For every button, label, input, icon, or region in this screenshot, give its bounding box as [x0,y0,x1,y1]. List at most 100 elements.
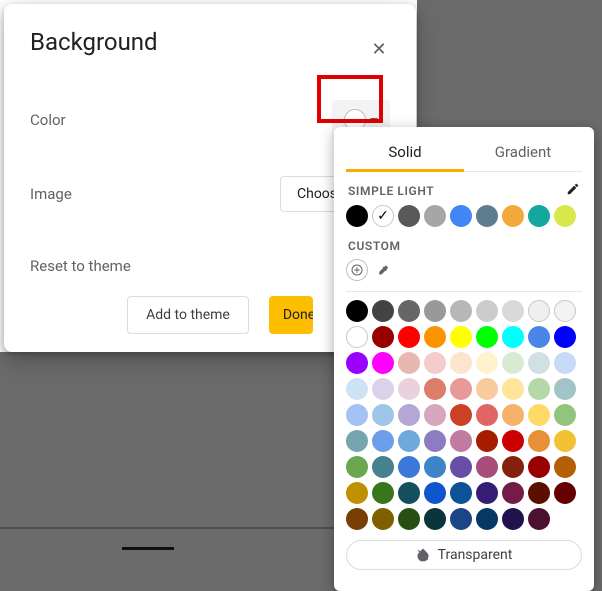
palette-swatch[interactable] [398,482,420,504]
palette-swatch[interactable] [398,326,420,348]
swatch-orange[interactable] [502,205,524,227]
palette-swatch[interactable] [372,456,394,478]
palette-swatch[interactable] [424,326,446,348]
swatch-blue[interactable] [450,205,472,227]
palette-swatch[interactable] [502,352,524,374]
palette-swatch[interactable] [424,404,446,426]
palette-swatch[interactable] [528,482,550,504]
palette-swatch[interactable] [502,430,524,452]
palette-swatch[interactable] [502,482,524,504]
palette-swatch[interactable] [528,352,550,374]
palette-swatch[interactable] [476,430,498,452]
palette-swatch[interactable] [502,326,524,348]
palette-swatch[interactable] [372,430,394,452]
palette-swatch[interactable] [554,352,576,374]
palette-swatch[interactable] [424,482,446,504]
palette-swatch[interactable] [450,326,472,348]
palette-swatch[interactable] [450,378,472,400]
palette-swatch[interactable] [346,482,368,504]
palette-swatch[interactable] [554,326,576,348]
palette-swatch[interactable] [398,352,420,374]
palette-swatch[interactable] [502,508,524,530]
palette-swatch[interactable] [450,430,472,452]
palette-swatch[interactable] [554,456,576,478]
palette-swatch[interactable] [476,378,498,400]
palette-swatch[interactable] [528,456,550,478]
palette-swatch[interactable] [424,508,446,530]
swatch-light-gray[interactable] [424,205,446,227]
palette-swatch[interactable] [372,326,394,348]
palette-swatch[interactable] [450,456,472,478]
palette-swatch[interactable] [476,508,498,530]
palette-swatch[interactable] [528,326,550,348]
palette-swatch[interactable] [372,482,394,504]
palette-swatch[interactable] [372,300,394,322]
palette-swatch[interactable] [346,508,368,530]
palette-swatch[interactable] [346,352,368,374]
palette-swatch[interactable] [424,300,446,322]
palette-swatch[interactable] [346,378,368,400]
palette-swatch[interactable] [450,508,472,530]
palette-swatch[interactable] [450,300,472,322]
tab-gradient[interactable]: Gradient [464,131,582,171]
edit-theme-colors-button[interactable] [566,182,580,199]
palette-swatch[interactable] [346,430,368,452]
palette-swatch[interactable] [476,456,498,478]
palette-swatch[interactable] [554,430,576,452]
palette-swatch[interactable] [476,300,498,322]
palette-swatch[interactable] [476,326,498,348]
palette-swatch[interactable] [372,404,394,426]
handle-icon [122,547,174,550]
tab-solid[interactable]: Solid [346,131,464,171]
palette-swatch[interactable] [450,352,472,374]
palette-swatch[interactable] [372,508,394,530]
palette-swatch[interactable] [346,326,368,348]
palette-swatch[interactable] [398,300,420,322]
swatch-dark-gray[interactable] [398,205,420,227]
palette-swatch[interactable] [450,404,472,426]
palette-swatch[interactable] [528,300,550,322]
palette-swatch[interactable] [424,456,446,478]
palette-swatch[interactable] [528,378,550,400]
palette-swatch[interactable] [502,456,524,478]
transparent-button[interactable]: Transparent [346,540,582,570]
done-button[interactable]: Done [269,296,313,334]
palette-swatch[interactable] [528,430,550,452]
swatch-slate[interactable] [476,205,498,227]
picker-tabs: Solid Gradient [346,131,582,172]
swatch-teal[interactable] [528,205,550,227]
palette-swatch[interactable] [554,482,576,504]
swatch-yellow-green[interactable] [554,205,576,227]
palette-swatch[interactable] [346,300,368,322]
palette-swatch[interactable] [424,352,446,374]
swatch-white[interactable]: ✓ [372,205,394,227]
palette-swatch[interactable] [398,456,420,478]
palette-swatch[interactable] [424,378,446,400]
eyedropper-button[interactable] [372,259,394,281]
palette-swatch[interactable] [476,404,498,426]
palette-swatch[interactable] [502,378,524,400]
palette-swatch[interactable] [502,404,524,426]
palette-swatch[interactable] [554,404,576,426]
palette-swatch[interactable] [372,378,394,400]
palette-swatch[interactable] [554,378,576,400]
palette-swatch[interactable] [450,482,472,504]
palette-swatch[interactable] [398,378,420,400]
palette-swatch[interactable] [528,508,550,530]
palette-swatch[interactable] [424,430,446,452]
palette-swatch[interactable] [476,482,498,504]
close-button[interactable]: ✕ [364,34,394,64]
add-custom-color-button[interactable] [346,259,368,281]
palette-swatch[interactable] [398,430,420,452]
swatch-black[interactable] [346,205,368,227]
palette-swatch[interactable] [528,404,550,426]
palette-swatch[interactable] [398,404,420,426]
palette-swatch[interactable] [346,404,368,426]
palette-swatch[interactable] [372,352,394,374]
palette-swatch[interactable] [502,300,524,322]
palette-swatch[interactable] [398,508,420,530]
add-to-theme-button[interactable]: Add to theme [127,296,249,334]
palette-swatch[interactable] [554,300,576,322]
palette-swatch[interactable] [476,352,498,374]
palette-swatch[interactable] [346,456,368,478]
